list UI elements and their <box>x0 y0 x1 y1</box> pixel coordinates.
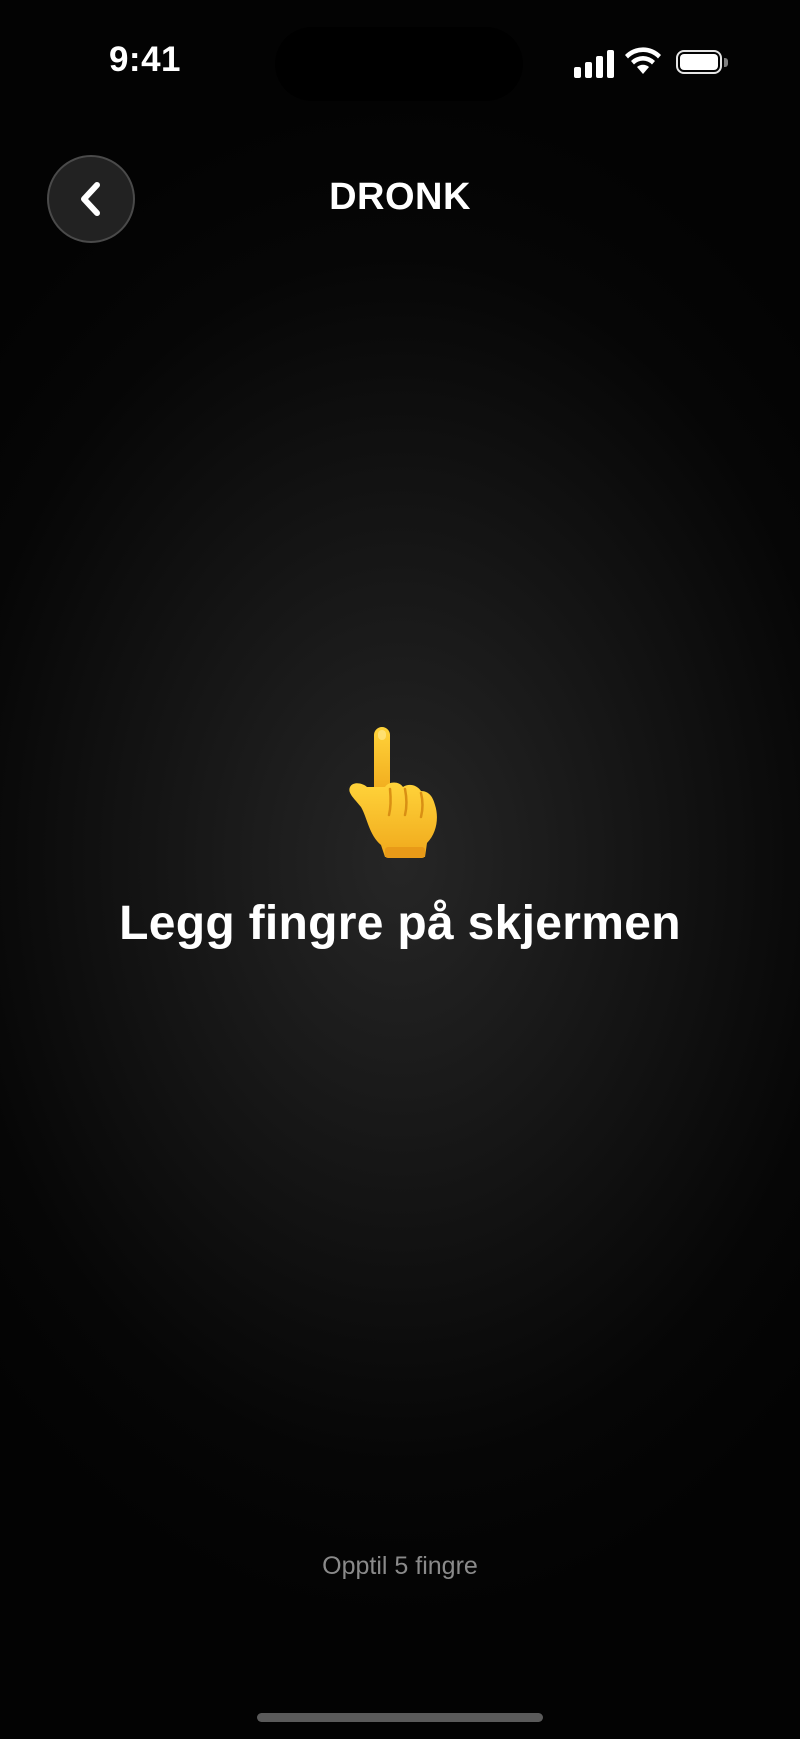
battery-cap <box>724 58 728 67</box>
chevron-left-icon <box>81 182 100 216</box>
prompt-text: Legg fingre på skjermen <box>119 897 681 950</box>
finger-picker-screen: 9:41 DRONK Legg fingre på skjermen Oppti… <box>0 0 800 1739</box>
battery-icon <box>676 50 730 78</box>
page-title: DRONK <box>329 176 471 218</box>
home-indicator[interactable] <box>257 1713 543 1722</box>
status-time: 9:41 <box>108 40 182 79</box>
pointing-up-hand-icon <box>345 725 445 860</box>
dynamic-island <box>275 27 523 101</box>
finger-limit-hint: Opptil 5 fingre <box>322 1552 478 1580</box>
cellular-signal-icon <box>574 50 614 78</box>
touch-area[interactable] <box>0 260 800 1500</box>
battery-level-fill <box>680 54 718 70</box>
wifi-icon <box>624 46 662 78</box>
back-button[interactable] <box>47 155 135 243</box>
